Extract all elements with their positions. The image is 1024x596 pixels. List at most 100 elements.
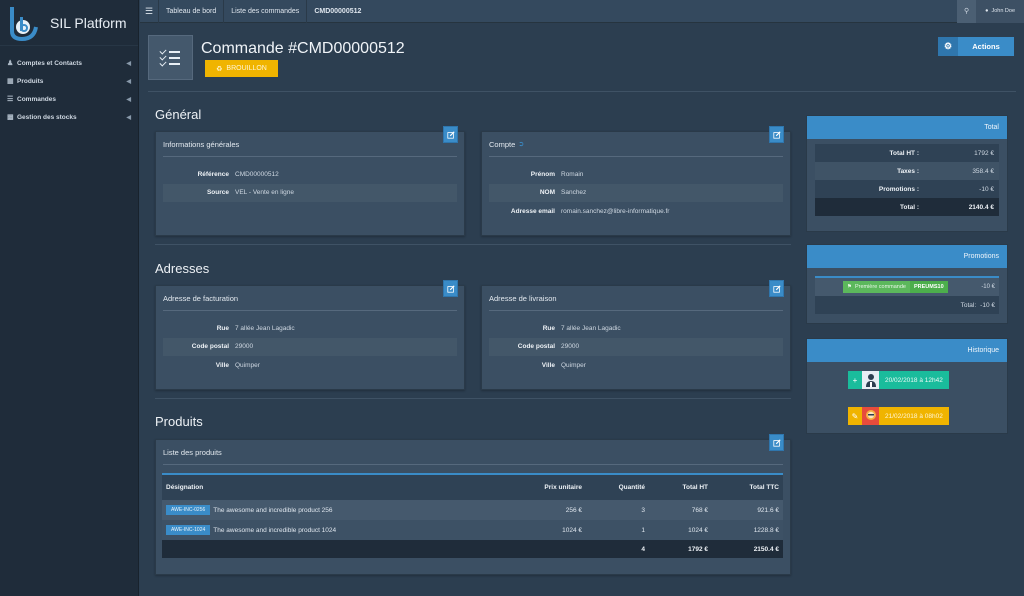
info-value: 7 allée Jean Lagadic — [561, 324, 621, 332]
search-icon[interactable]: ⚲ — [957, 0, 977, 23]
section-divider — [155, 398, 791, 399]
status-badge: ♻ BROUILLON — [205, 60, 278, 77]
edit-button[interactable] — [769, 280, 784, 297]
totals-label: Promotions : — [878, 185, 919, 193]
info-row: NOM Sanchez — [489, 183, 783, 202]
sidebar-nav: ♟ Comptes et Contacts ◀ ▦ Produits ◀ ☰ C… — [0, 46, 138, 126]
product-name: The awesome and incredible product 256 — [213, 506, 333, 514]
info-value: Sanchez — [561, 189, 587, 197]
section-title-addresses: Adresses — [155, 261, 210, 276]
promotion-tags: ⚑ Première commande PREUMS10 — [843, 281, 948, 293]
panel-title: Adresse de facturation — [163, 286, 457, 311]
panel-title: Liste des produits — [163, 440, 783, 465]
billing-address-panel: Adresse de facturation Rue 7 allée Jean L… — [155, 280, 465, 390]
sidebar-item-label: Comptes et Contacts — [17, 59, 83, 67]
quantity: 3 — [641, 506, 645, 514]
info-label: Ville — [541, 361, 555, 369]
totals-panel: Total Total HT : 1792 € Taxes : 358.4 € Pr… — [806, 115, 1008, 232]
tag-icon: ⚑ — [847, 284, 852, 290]
table-row: AWE-INC-1024 The awesome and incredible … — [162, 520, 783, 540]
menu-toggle-icon[interactable]: ☰ — [140, 6, 158, 17]
recycle-icon: ♻ — [216, 65, 223, 73]
info-list: Référence CMD00000512 Source VEL - Vente e… — [163, 165, 457, 202]
totals-row: Promotions : -10 € — [815, 180, 999, 198]
totals-row: Taxes : 358.4 € — [815, 162, 999, 180]
edit-icon — [772, 130, 781, 139]
info-value: romain.sanchez@libre-informatique.fr — [561, 207, 670, 215]
products-table: Désignation Prix unitaire Quantité Total… — [162, 473, 783, 558]
cubes-icon: ▦ — [7, 78, 14, 85]
sku-badge[interactable]: AWE-INC-1024 — [166, 525, 211, 535]
info-label: Source — [206, 189, 229, 197]
edit-icon — [446, 130, 455, 139]
sidebar-item-stocks[interactable]: ▩ Gestion des stocks ◀ — [0, 108, 138, 126]
actions-button[interactable]: ⚙ Actions — [938, 37, 1014, 56]
total-ttc: 921.6 € — [757, 506, 779, 514]
order-checklist-icon — [148, 35, 193, 80]
users-icon: ♟ — [7, 60, 14, 67]
chevron-left-icon: ◀ — [126, 96, 131, 103]
actions-label: Actions — [972, 42, 1000, 51]
sidebar-item-comptes[interactable]: ♟ Comptes et Contacts ◀ — [0, 54, 138, 72]
totals-label: Total HT : — [889, 149, 920, 157]
quantity: 1 — [641, 526, 645, 534]
totals-value: 1792 € — [974, 149, 994, 157]
promotion-name: Première commande — [854, 284, 906, 290]
sidebar: SIL Platform ♟ Comptes et Contacts ◀ ▦ P… — [0, 0, 139, 596]
info-row: Ville Quimper — [163, 356, 457, 375]
edit-button[interactable] — [769, 126, 784, 143]
promotion-amount: -10 € — [981, 284, 995, 290]
boxes-icon: ▩ — [7, 114, 14, 121]
info-label: Référence — [197, 170, 229, 178]
user-menu[interactable]: ● John Doe — [976, 0, 1024, 23]
edit-button[interactable] — [769, 434, 784, 451]
info-value: CMD00000512 — [235, 170, 279, 178]
totals-table: Total HT : 1792 € Taxes : 358.4 € Promotio… — [815, 144, 999, 216]
edit-icon — [772, 284, 781, 293]
general-info-panel: Informations générales Référence CMD00000… — [155, 126, 465, 236]
brand[interactable]: SIL Platform — [0, 0, 138, 46]
edit-button[interactable] — [443, 126, 458, 143]
info-row: Référence CMD00000512 — [163, 165, 457, 184]
info-row: Ville Quimper — [489, 356, 783, 375]
info-label: Adresse email — [510, 207, 555, 215]
info-row: Adresse email romain.sanchez@libre-inform… — [489, 202, 783, 221]
promotion-code[interactable]: PREUMS10 — [909, 281, 948, 293]
sidebar-item-produits[interactable]: ▦ Produits ◀ — [0, 72, 138, 90]
info-value: Quimper — [561, 361, 586, 369]
info-value: Romain — [561, 170, 584, 178]
history-item[interactable]: ✎ 21/02/2018 à 08h02 — [848, 407, 949, 425]
panel-title: Total — [807, 116, 1007, 139]
external-link-icon[interactable]: ➲ — [518, 140, 524, 148]
header-divider — [148, 91, 1016, 92]
unit-price: 1024 € — [562, 526, 582, 534]
list-icon: ☰ — [7, 96, 14, 103]
product-cell: AWE-INC-0256 The awesome and incredible … — [162, 505, 502, 515]
history-item[interactable]: + 20/02/2018 à 12h42 — [848, 371, 949, 389]
footer-quantity: 4 — [641, 545, 645, 553]
history-date: 20/02/2018 à 12h42 — [879, 371, 949, 389]
info-value: Quimper — [235, 361, 260, 369]
info-list: Rue 7 allée Jean Lagadic Code postal 29000… — [163, 319, 457, 375]
sidebar-item-label: Commandes — [17, 95, 57, 103]
breadcrumb-orders[interactable]: Liste des commandes — [223, 0, 306, 23]
edit-icon — [446, 284, 455, 293]
column-header: Total HT — [682, 484, 708, 491]
sku-badge[interactable]: AWE-INC-0256 — [166, 505, 211, 515]
info-label: Code postal — [191, 343, 229, 351]
column-header: Total TTC — [749, 484, 780, 491]
panel-title: Historique — [807, 339, 1007, 362]
sidebar-item-commandes[interactable]: ☰ Commandes ◀ — [0, 90, 138, 108]
info-list: Rue 7 allée Jean Lagadic Code postal 29000… — [489, 319, 783, 375]
edit-button[interactable] — [443, 280, 458, 297]
info-value: 7 allée Jean Lagadic — [235, 324, 295, 332]
edit-icon — [772, 438, 781, 447]
breadcrumb-dashboard[interactable]: Tableau de bord — [158, 0, 223, 23]
promotion-total-label: Total: — [960, 301, 977, 309]
info-row: Rue 7 allée Jean Lagadic — [163, 319, 457, 338]
promotion-name-badge[interactable]: ⚑ Première commande — [843, 281, 910, 293]
info-row: Code postal 29000 — [163, 337, 457, 356]
info-row: Prénom Romain — [489, 165, 783, 184]
history-date: 21/02/2018 à 08h02 — [879, 407, 949, 425]
totals-value: 358.4 € — [972, 167, 994, 175]
